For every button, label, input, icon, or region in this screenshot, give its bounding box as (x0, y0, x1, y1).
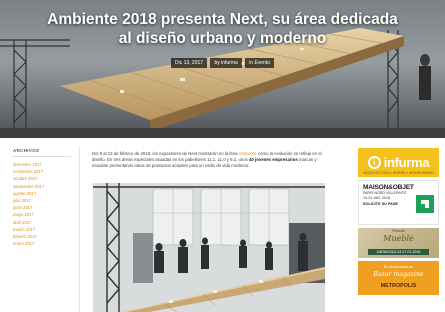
maison-title: MAISON&OBJET (363, 184, 414, 191)
article-intro: Del 9 al 13 de febrero de 2018, los expo… (92, 151, 328, 170)
article-date: Dic 13, 2017 (170, 58, 208, 68)
exhibition-photo (93, 183, 325, 312)
archive-link-feb-2017[interactable]: febrero 2017 (13, 233, 71, 240)
marble-top-text: Feria del (392, 229, 405, 233)
archive-link-sep-2017[interactable]: septiembre 2017 (13, 183, 71, 190)
feria-mueble-ad[interactable]: Feria del Mueble ZARAGOZA 24-27.01.2018 (358, 228, 439, 258)
article-category-link[interactable]: in Evento (245, 58, 275, 68)
marble-title: Mueble (383, 234, 414, 243)
archive-sidebar: ARCHIVOS diciembre 2017 noviembre 2017 o… (13, 148, 71, 247)
intro-text-1: Del 9 al 13 de febrero de 2018, los expo… (92, 151, 239, 156)
ads-column: i infurma ARQUITECTURA • DISEÑO • INTERI… (358, 148, 439, 298)
metropolis-ad[interactable]: Su anunciante en Bazar magazine METROPOL… (358, 261, 439, 295)
archive-link-jun-2017[interactable]: junio 2017 (13, 204, 71, 211)
archive-link-jan-2017[interactable]: enero 2017 (13, 240, 71, 247)
archive-link-may-2017[interactable]: mayo 2017 (13, 211, 71, 218)
archive-link-mar-2017[interactable]: marzo 2017 (13, 226, 71, 233)
article-title: Ambiente 2018 presenta Next, su área ded… (47, 11, 398, 47)
archive-link-oct-2017[interactable]: octubre 2017 (13, 175, 71, 182)
article-author-link[interactable]: by infurma (210, 58, 242, 68)
metro-line-2: Bazar magazine (373, 271, 424, 278)
archive-link-nov-2017[interactable]: noviembre 2017 (13, 168, 71, 175)
article-meta: Dic 13, 2017 by infurma in Evento (0, 58, 445, 68)
intro-bold: 40 jóvenes empresarios (249, 157, 298, 163)
archive-link-aug-2017[interactable]: agosto 2017 (13, 190, 71, 197)
metro-line-1: Su anunciante en (383, 265, 414, 269)
metro-line-3: METROPOLIS (380, 283, 417, 289)
ambiente-link[interactable]: Ambiente (239, 151, 257, 156)
article-photo (93, 183, 325, 312)
archive-list: diciembre 2017 noviembre 2017 octubre 20… (13, 161, 71, 247)
archive-link-dec-2017[interactable]: diciembre 2017 (13, 161, 71, 168)
archive-heading: ARCHIVOS (13, 148, 71, 157)
maison-logo-icon (416, 195, 434, 213)
info-icon: i (367, 156, 381, 169)
infurma-tagline: ARQUITECTURA • DISEÑO • INTERIORISMO (363, 171, 434, 175)
infurma-logo-text: infurma (383, 155, 430, 170)
hero-banner: Ambiente 2018 presenta Next, su área ded… (0, 0, 445, 138)
infurma-ad[interactable]: i infurma ARQUITECTURA • DISEÑO • INTERI… (358, 148, 439, 177)
column-divider (79, 146, 80, 312)
maison-objet-ad[interactable]: MAISON&OBJET PARIS NORD VILLEPINTE 19-23… (358, 180, 439, 225)
marble-date: ZARAGOZA 24-27.01.2018 (368, 249, 429, 255)
archive-link-apr-2017[interactable]: abril 2017 (13, 219, 71, 226)
archive-link-jul-2017[interactable]: julio 2017 (13, 197, 71, 204)
